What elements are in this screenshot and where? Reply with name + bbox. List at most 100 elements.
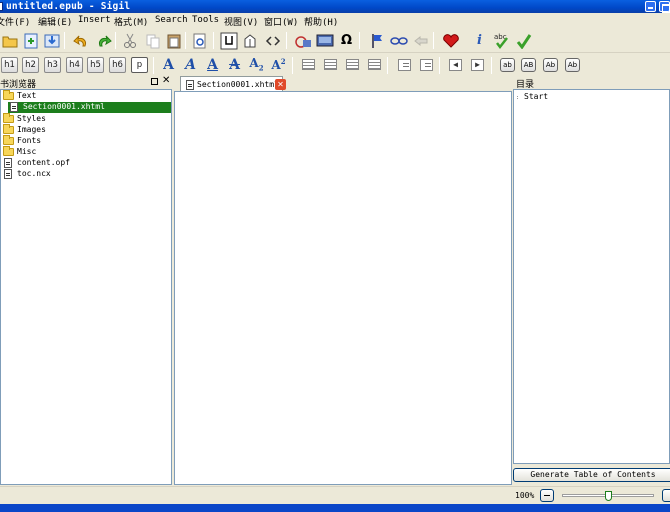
file-icon [4, 169, 12, 179]
menu-bar: 文件(F) 编辑(E) Insert 格式(M) Search Tools 视图… [0, 13, 670, 28]
zoom-in-button[interactable] [662, 489, 670, 502]
menu-help[interactable]: 帮助(H) [304, 15, 338, 28]
undo-icon[interactable] [71, 31, 90, 50]
maximize-button[interactable] [659, 1, 670, 13]
close-icon[interactable]: ✕ [162, 75, 170, 86]
menu-tools[interactable]: Tools [192, 15, 219, 25]
book-view-icon[interactable] [219, 31, 238, 50]
generate-toc-button[interactable]: Generate Table of Contents [513, 468, 670, 482]
close-tab-icon[interactable]: ✕ [275, 79, 286, 90]
heading-1-button[interactable]: h1 [0, 55, 19, 74]
tree-item-toc-ncx[interactable]: toc.ncx [1, 169, 171, 180]
heading-2-button[interactable]: h2 [21, 55, 40, 74]
toc-item-start[interactable]: Start [517, 92, 548, 101]
menu-view[interactable]: 视图(V) [224, 15, 258, 28]
taskbar-edge [0, 504, 670, 512]
new-file-icon[interactable] [21, 31, 40, 50]
copy-icon[interactable] [143, 31, 162, 50]
file-icon [186, 80, 194, 90]
toc-tree[interactable]: Start [513, 89, 670, 464]
align-center-icon[interactable] [321, 55, 340, 74]
window-title: untitled.epub - Sigil [6, 1, 131, 12]
menu-insert[interactable]: Insert [78, 15, 111, 25]
folder-icon [3, 124, 14, 134]
status-bar: 100% [0, 486, 670, 504]
tab-section0001[interactable]: Section0001.xhtml ✕ [180, 76, 286, 92]
metadata-info-icon[interactable]: i [470, 31, 489, 50]
folder-icon [3, 113, 14, 123]
split-view-icon[interactable] [240, 31, 259, 50]
heading-4-button[interactable]: h4 [65, 55, 84, 74]
validate-checkmark-icon[interactable] [514, 31, 533, 50]
tree-item-content-opf[interactable]: content.opf [1, 158, 171, 169]
folder-icon [3, 146, 14, 156]
zoom-level: 100% [515, 491, 535, 500]
find-replace-icon[interactable] [190, 31, 209, 50]
code-view-icon[interactable] [263, 31, 282, 50]
special-character-icon[interactable]: Ω [337, 31, 356, 50]
tree-branch-icon [517, 96, 520, 99]
heading-3-button[interactable]: h3 [43, 55, 62, 74]
menu-window[interactable]: 窗口(W) [264, 15, 298, 28]
uppercase-button[interactable]: AB [519, 55, 538, 74]
capitalize-button[interactable]: Ab [563, 55, 582, 74]
editor-pane[interactable] [174, 91, 512, 485]
undock-icon[interactable] [151, 78, 158, 85]
cut-icon[interactable] [120, 31, 139, 50]
file-icon [10, 102, 18, 112]
open-folder-icon[interactable] [0, 31, 19, 50]
insert-media-icon[interactable] [315, 31, 334, 50]
tree-item-images[interactable]: Images [1, 124, 171, 136]
main-toolbar: Ω i abc [0, 28, 670, 53]
insert-id-flag-icon[interactable] [367, 31, 386, 50]
strikethrough-icon[interactable]: A [225, 55, 244, 74]
zoom-slider-thumb[interactable] [605, 491, 612, 501]
toc-header: 目录 [514, 76, 670, 90]
zoom-slider[interactable] [562, 491, 654, 501]
bullet-list-icon[interactable] [395, 55, 414, 74]
bold-icon[interactable]: A [159, 55, 178, 74]
tree-item-misc[interactable]: Misc [1, 146, 171, 158]
folder-icon [3, 135, 14, 145]
book-browser-tree[interactable]: Text Section0001.xhtml Styles Images Fon… [0, 89, 172, 485]
donate-heart-icon[interactable] [441, 31, 460, 50]
align-left-icon[interactable] [299, 55, 318, 74]
titlecase-button[interactable]: Ab [541, 55, 560, 74]
redo-icon[interactable] [94, 31, 113, 50]
app-icon [0, 2, 3, 11]
underline-icon[interactable]: A [203, 55, 222, 74]
menu-format[interactable]: 格式(M) [114, 15, 148, 28]
decrease-indent-icon[interactable]: ◀ [446, 55, 465, 74]
subscript-icon[interactable]: A2 [247, 55, 266, 74]
insert-image-icon[interactable] [293, 31, 312, 50]
heading-6-button[interactable]: h6 [108, 55, 127, 74]
tree-item-section0001[interactable]: Section0001.xhtml [8, 102, 171, 113]
lowercase-button[interactable]: ab [498, 55, 517, 74]
tree-item-styles[interactable]: Styles [1, 113, 171, 125]
menu-search[interactable]: Search [155, 15, 188, 25]
book-browser-header: 书浏览器 ✕ [0, 75, 172, 90]
file-icon [4, 158, 12, 168]
align-justify-icon[interactable] [365, 55, 384, 74]
save-icon[interactable] [42, 31, 61, 50]
zoom-out-button[interactable] [540, 489, 554, 502]
editor-tab-bar: Section0001.xhtml ✕ [174, 76, 512, 92]
increase-indent-icon[interactable]: ▶ [468, 55, 487, 74]
superscript-icon[interactable]: A2 [269, 55, 288, 74]
folder-icon [3, 90, 14, 100]
minimize-button[interactable] [645, 1, 656, 12]
menu-edit[interactable]: 编辑(E) [38, 15, 72, 28]
go-back-icon[interactable] [411, 31, 430, 50]
menu-file[interactable]: 文件(F) [0, 15, 30, 28]
heading-5-button[interactable]: h5 [86, 55, 105, 74]
insert-link-icon[interactable] [389, 31, 408, 50]
tree-item-text[interactable]: Text [1, 90, 171, 102]
tree-item-fonts[interactable]: Fonts [1, 135, 171, 147]
italic-icon[interactable]: A [181, 55, 200, 74]
paste-icon[interactable] [164, 31, 183, 50]
paragraph-button[interactable]: p [130, 55, 149, 74]
numbered-list-icon[interactable] [417, 55, 436, 74]
title-bar: untitled.epub - Sigil [0, 0, 670, 13]
align-right-icon[interactable] [343, 55, 362, 74]
spellcheck-icon[interactable]: abc [492, 31, 511, 50]
